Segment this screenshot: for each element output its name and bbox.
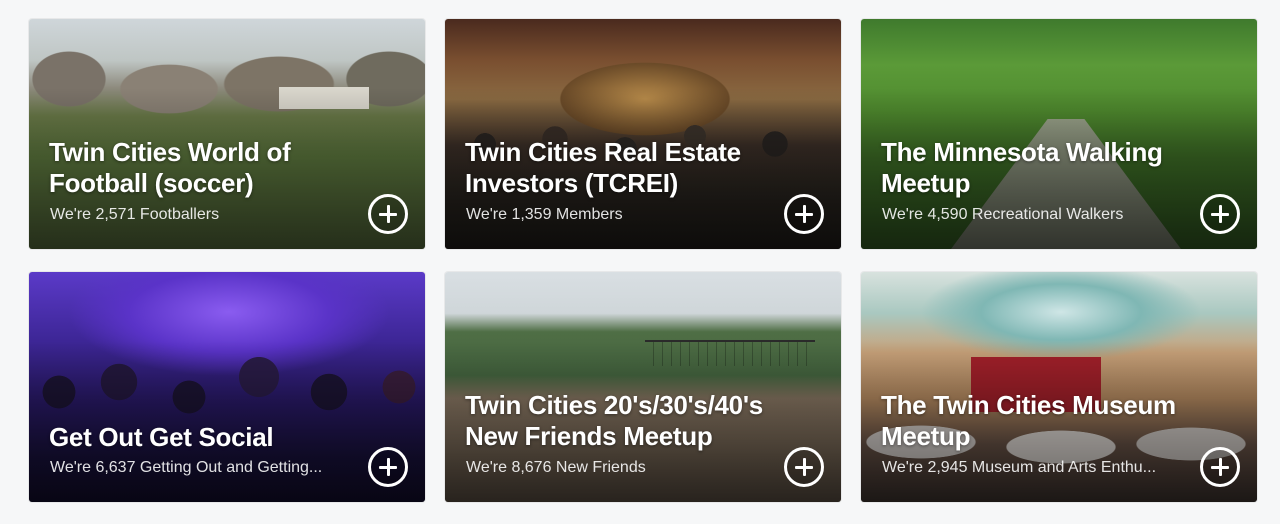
group-card-new-friends[interactable]: Twin Cities 20's/30's/40's New Friends M… [445, 272, 841, 502]
group-card-get-out-social[interactable]: Get Out Get Social We're 6,637 Getting O… [29, 272, 425, 502]
group-cards-grid: Twin Cities World of Football (soccer) W… [0, 0, 1280, 524]
plus-circle-icon[interactable] [368, 447, 408, 487]
plus-circle-icon[interactable] [784, 447, 824, 487]
plus-circle-icon[interactable] [368, 194, 408, 234]
group-title[interactable]: Twin Cities 20's/30's/40's New Friends M… [465, 390, 811, 452]
group-member-count: We're 2,571 Footballers [50, 206, 220, 223]
group-title[interactable]: The Minnesota Walking Meetup [881, 137, 1227, 199]
group-title[interactable]: Twin Cities World of Football (soccer) [49, 137, 395, 199]
group-member-count: We're 2,945 Museum and Arts Enthu... [882, 459, 1157, 476]
group-title[interactable]: Twin Cities Real Estate Investors (TCREI… [465, 137, 811, 199]
group-card-real-estate[interactable]: Twin Cities Real Estate Investors (TCREI… [445, 19, 841, 249]
group-title[interactable]: The Twin Cities Museum Meetup [881, 390, 1227, 452]
plus-circle-icon[interactable] [784, 194, 824, 234]
group-title[interactable]: Get Out Get Social [49, 422, 395, 453]
plus-circle-icon[interactable] [1200, 194, 1240, 234]
group-member-count: We're 4,590 Recreational Walkers [882, 206, 1124, 223]
group-member-count: We're 8,676 New Friends [466, 459, 646, 476]
group-member-count: We're 1,359 Members [466, 206, 623, 223]
group-card-football[interactable]: Twin Cities World of Football (soccer) W… [29, 19, 425, 249]
group-card-museum[interactable]: The Twin Cities Museum Meetup We're 2,94… [861, 272, 1257, 502]
plus-circle-icon[interactable] [1200, 447, 1240, 487]
group-member-count: We're 6,637 Getting Out and Getting... [50, 459, 323, 476]
group-card-walking[interactable]: The Minnesota Walking Meetup We're 4,590… [861, 19, 1257, 249]
